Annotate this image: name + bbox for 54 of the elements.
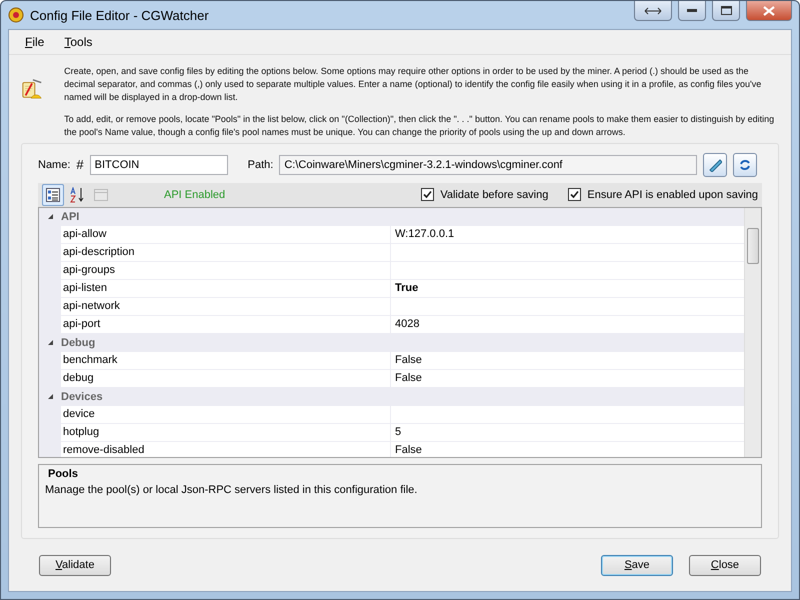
maximize-icon <box>720 6 732 15</box>
info-paragraph: To add, edit, or remove pools, locate "Pools" in the list below, click on "(Collection)", then click the ". . ." button. You can rename pools to make them easier to distinguish by editing the pool's Name value, though a config file's pool names must be unique. You can change the priority of pools using the up and down arrows. <box>64 113 776 139</box>
dialog-button[interactable]: Close <box>689 554 761 576</box>
property-name[interactable]: remove-disabled <box>61 442 391 457</box>
property-value[interactable]: W:127.0.0.1 <box>391 226 744 244</box>
menu-item[interactable]: File <box>17 33 52 51</box>
property-name[interactable]: benchmark <box>61 352 391 370</box>
edit-file-button[interactable] <box>703 152 728 177</box>
minimize-icon <box>687 8 697 12</box>
description-text: Manage the pool(s) or local Json-RPC servers listed in this configuration file. <box>45 484 418 496</box>
property-name[interactable]: api-listen <box>61 280 391 298</box>
description-title: Pools <box>47 468 79 480</box>
property-name[interactable]: api-allow <box>61 226 391 244</box>
resize-button[interactable] <box>634 1 672 21</box>
collapse-icon[interactable] <box>46 213 54 220</box>
property-value[interactable]: True <box>391 280 744 298</box>
property-value[interactable]: 5 <box>391 424 744 442</box>
checkbox[interactable]: Ensure API is enabled upon saving <box>568 188 758 202</box>
double-arrow-icon <box>644 6 662 14</box>
scrollbar[interactable] <box>744 208 761 457</box>
maximize-button[interactable] <box>712 1 740 21</box>
refresh-icon <box>738 158 752 172</box>
categorized-view-button[interactable] <box>42 184 64 206</box>
api-status-text: API Enabled <box>164 188 226 201</box>
app-icon <box>8 7 24 23</box>
property-name[interactable]: api-network <box>61 298 391 316</box>
name-label: Name: <box>38 158 70 171</box>
property-name[interactable]: api-description <box>61 244 391 262</box>
categorized-icon <box>46 188 60 202</box>
path-field[interactable]: C:\Coinware\Miners\cgminer-3.2.1-windows\cgminer.conf <box>279 154 698 175</box>
checkbox[interactable]: Validate before saving <box>421 188 548 202</box>
collapse-icon[interactable] <box>46 393 54 400</box>
property-name[interactable]: api-groups <box>61 262 391 280</box>
property-value[interactable]: False <box>391 352 744 370</box>
close-icon <box>763 6 775 16</box>
refresh-button[interactable] <box>733 152 758 177</box>
path-label: Path: <box>248 158 274 171</box>
name-field[interactable]: BITCOIN <box>90 154 228 175</box>
check-icon <box>570 190 580 200</box>
check-icon <box>423 190 432 200</box>
dialog-button[interactable]: Save <box>601 554 673 576</box>
hash-label: # <box>76 157 84 172</box>
info-paragraph: Create, open, and save config files by editing the options below. Some options may require other options in order to be used by the miner. A period (.) should be used as the decimal separator, and commas (,) only used to separate multiple values. Enter a name (optional) to identify the config file easily when using it in a profile, as config files you've named will be displayed in a drop-down list. <box>64 65 762 104</box>
collapse-icon[interactable] <box>46 339 54 346</box>
property-name[interactable]: hotplug <box>61 424 391 442</box>
window-title: Config File Editor - CGWatcher <box>30 8 210 22</box>
property-name[interactable]: device <box>61 406 391 424</box>
close-window-button[interactable] <box>746 1 792 21</box>
minimize-button[interactable] <box>678 1 706 21</box>
property-pages-icon <box>94 188 108 201</box>
menu-item[interactable]: Tools <box>56 33 100 51</box>
dialog-button[interactable]: Validate <box>39 554 111 576</box>
sort-alphabetical-icon <box>69 186 85 203</box>
pencil-icon <box>708 158 722 172</box>
